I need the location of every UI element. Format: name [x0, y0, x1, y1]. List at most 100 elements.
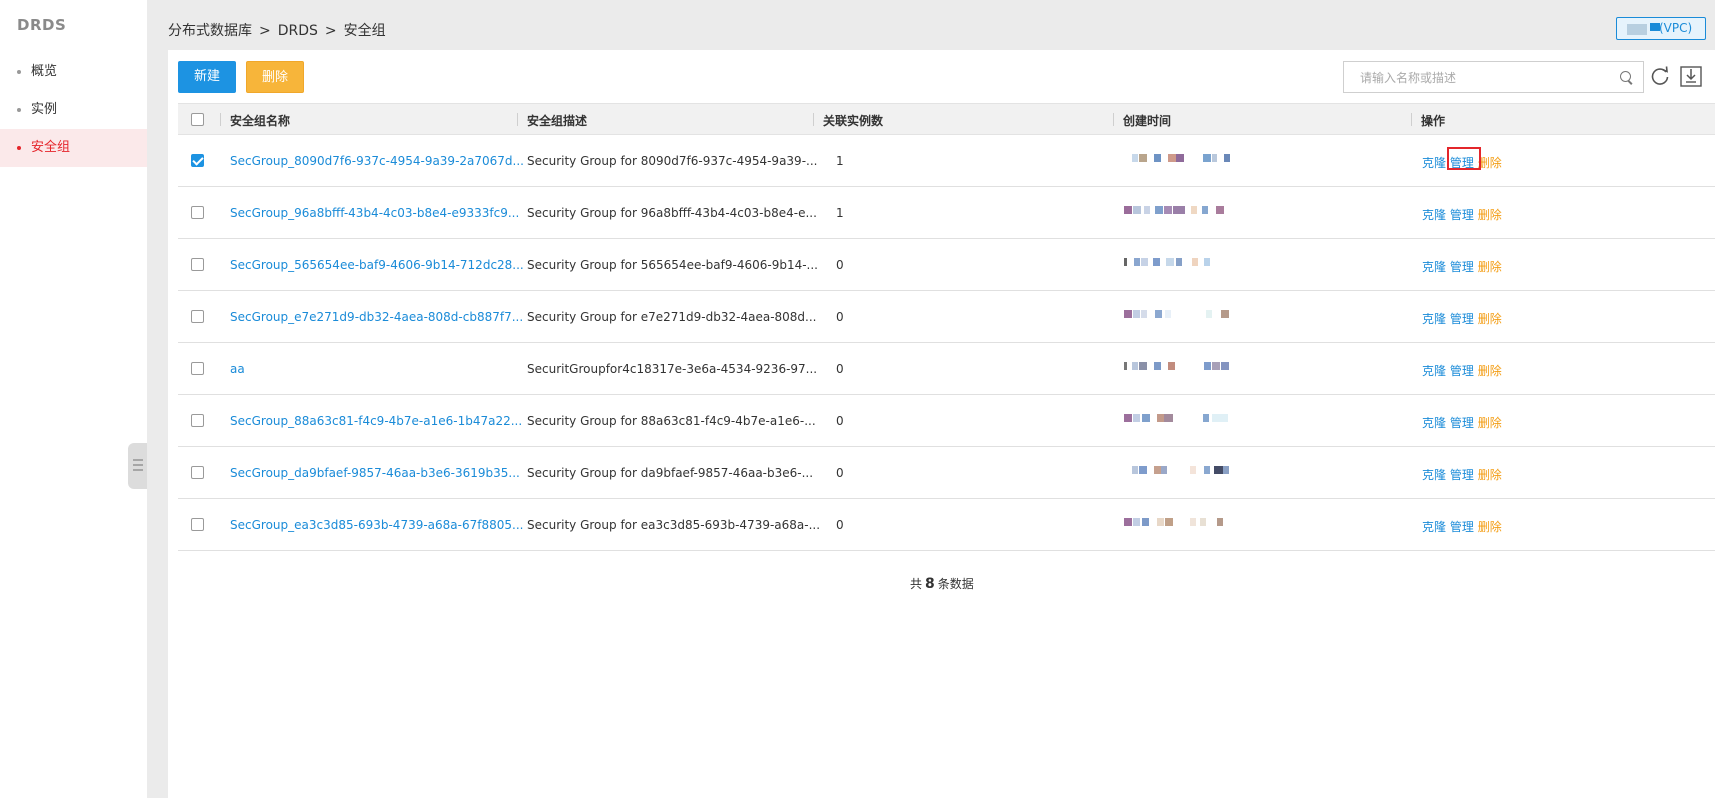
created-time-redacted	[1124, 414, 1244, 424]
manage-link[interactable]: 管理	[1450, 416, 1474, 430]
clone-link[interactable]: 克隆	[1422, 312, 1446, 326]
security-group-description: Security Group for da9bfaef-9857-46aa-b3…	[527, 466, 814, 480]
delete-button[interactable]: 删除	[246, 61, 304, 93]
row-checkbox[interactable]	[191, 206, 204, 219]
breadcrumb-item[interactable]: DRDS	[278, 23, 318, 39]
security-group-description: SecuritGroupfor4c18317e-3e6a-4534-9236-9…	[527, 362, 818, 376]
column-divider	[1113, 113, 1114, 126]
column-divider	[220, 113, 221, 126]
row-checkbox[interactable]	[191, 362, 204, 375]
sidebar-item-overview[interactable]: 概览	[0, 53, 147, 91]
instance-count: 0	[836, 362, 844, 376]
search-icon[interactable]	[1620, 71, 1631, 82]
column-header-created-time[interactable]: 创建时间	[1123, 112, 1171, 129]
security-group-description: Security Group for ea3c3d85-693b-4739-a6…	[527, 518, 821, 532]
sidebar-item-instances[interactable]: 实例	[0, 91, 147, 129]
column-divider	[517, 113, 518, 126]
delete-link[interactable]: 删除	[1478, 312, 1502, 326]
instance-count: 0	[836, 414, 844, 428]
summary-suffix: 条数据	[937, 577, 974, 591]
sidebar-collapse-handle[interactable]	[128, 443, 147, 489]
instance-count: 0	[836, 518, 844, 532]
new-button[interactable]: 新建	[178, 61, 236, 93]
download-icon[interactable]	[1679, 64, 1703, 88]
breadcrumb-item[interactable]: 分布式数据库	[168, 23, 252, 39]
created-time-redacted	[1124, 206, 1244, 216]
row-actions: 克隆 管理 删除	[1422, 518, 1502, 535]
region-label: (VPC)	[1659, 21, 1693, 35]
column-divider	[1411, 113, 1412, 126]
delete-link[interactable]: 删除	[1478, 156, 1502, 170]
security-group-name-link[interactable]: SecGroup_e7e271d9-db32-4aea-808d-cb887f7…	[230, 310, 523, 324]
column-header-description[interactable]: 安全组描述	[527, 112, 587, 129]
security-group-name-link[interactable]: SecGroup_88a63c81-f4c9-4b7e-a1e6-1b47a22…	[230, 414, 522, 428]
delete-link[interactable]: 删除	[1478, 416, 1502, 430]
manage-highlight-box	[1447, 147, 1481, 170]
search-input[interactable]: 请输入名称或描述	[1343, 61, 1644, 93]
row-checkbox[interactable]	[191, 258, 204, 271]
breadcrumb-current: 安全组	[343, 23, 386, 39]
column-header-name[interactable]: 安全组名称	[230, 112, 290, 129]
sidebar-item-label: 安全组	[31, 140, 71, 155]
row-actions: 克隆 管理 删除	[1422, 258, 1502, 275]
delete-link[interactable]: 删除	[1478, 208, 1502, 222]
manage-link[interactable]: 管理	[1450, 208, 1474, 222]
row-checkbox[interactable]	[191, 154, 204, 167]
sidebar-title: DRDS	[17, 16, 67, 34]
clone-link[interactable]: 克隆	[1422, 468, 1446, 482]
column-header-instance-count[interactable]: 关联实例数	[823, 112, 883, 129]
table-row: SecGroup_da9bfaef-9857-46aa-b3e6-3619b35…	[178, 447, 1715, 499]
refresh-icon[interactable]	[1648, 64, 1672, 88]
gutter	[147, 0, 168, 798]
row-checkbox[interactable]	[191, 414, 204, 427]
sidebar-item-security-groups[interactable]: 安全组	[0, 129, 147, 167]
row-checkbox[interactable]	[191, 466, 204, 479]
manage-link[interactable]: 管理	[1450, 364, 1474, 378]
summary-total: 8	[925, 576, 935, 592]
column-header-actions: 操作	[1421, 114, 1446, 128]
region-selector[interactable]: (VPC)	[1616, 17, 1706, 40]
bullet-icon	[17, 108, 21, 112]
security-group-name-link[interactable]: SecGroup_565654ee-baf9-4606-9b14-712dc28…	[230, 258, 524, 272]
delete-link[interactable]: 删除	[1478, 468, 1502, 482]
security-group-name-link[interactable]: SecGroup_da9bfaef-9857-46aa-b3e6-3619b35…	[230, 466, 520, 480]
security-group-name-link[interactable]: aa	[230, 362, 245, 376]
search-placeholder: 请输入名称或描述	[1360, 71, 1457, 85]
clone-link[interactable]: 克隆	[1422, 260, 1446, 274]
sidebar: DRDS 概览 实例 安全组	[0, 0, 147, 798]
row-actions: 克隆 管理 删除	[1422, 310, 1502, 327]
region-flag-icon	[1627, 24, 1647, 35]
created-time-redacted	[1124, 310, 1244, 320]
table-row: SecGroup_565654ee-baf9-4606-9b14-712dc28…	[178, 239, 1715, 291]
security-group-description: Security Group for e7e271d9-db32-4aea-80…	[527, 310, 817, 324]
breadcrumb: 分布式数据库 > DRDS > 安全组	[168, 20, 386, 40]
clone-link[interactable]: 克隆	[1422, 416, 1446, 430]
manage-link[interactable]: 管理	[1450, 520, 1474, 534]
created-time-redacted	[1124, 362, 1244, 372]
delete-link[interactable]: 删除	[1478, 260, 1502, 274]
delete-link[interactable]: 删除	[1478, 520, 1502, 534]
table-row: aa SecuritGroupfor4c18317e-3e6a-4534-923…	[178, 343, 1715, 395]
clone-link[interactable]: 克隆	[1422, 364, 1446, 378]
security-group-description: Security Group for 88a63c81-f4c9-4b7e-a1…	[527, 414, 816, 428]
security-group-name-link[interactable]: SecGroup_96a8bfff-43b4-4c03-b8e4-e9333fc…	[230, 206, 519, 220]
row-checkbox[interactable]	[191, 518, 204, 531]
security-group-description: Security Group for 565654ee-baf9-4606-9b…	[527, 258, 818, 272]
created-time-redacted	[1124, 518, 1244, 528]
security-group-name-link[interactable]: SecGroup_ea3c3d85-693b-4739-a68a-67f8805…	[230, 518, 523, 532]
clone-link[interactable]: 克隆	[1422, 208, 1446, 222]
breadcrumb-separator: >	[324, 23, 337, 39]
row-actions: 克隆 管理 删除	[1422, 466, 1502, 483]
clone-link[interactable]: 克隆	[1422, 156, 1446, 170]
row-checkbox[interactable]	[191, 310, 204, 323]
breadcrumb-separator: >	[259, 23, 271, 39]
security-group-name-link[interactable]: SecGroup_8090d7f6-937c-4954-9a39-2a7067d…	[230, 154, 524, 168]
manage-link[interactable]: 管理	[1450, 312, 1474, 326]
delete-link[interactable]: 删除	[1478, 364, 1502, 378]
select-all-checkbox[interactable]	[191, 113, 204, 126]
manage-link[interactable]: 管理	[1450, 260, 1474, 274]
clone-link[interactable]: 克隆	[1422, 520, 1446, 534]
created-time-redacted	[1124, 258, 1244, 268]
manage-link[interactable]: 管理	[1450, 468, 1474, 482]
table-row: SecGroup_ea3c3d85-693b-4739-a68a-67f8805…	[178, 499, 1715, 551]
